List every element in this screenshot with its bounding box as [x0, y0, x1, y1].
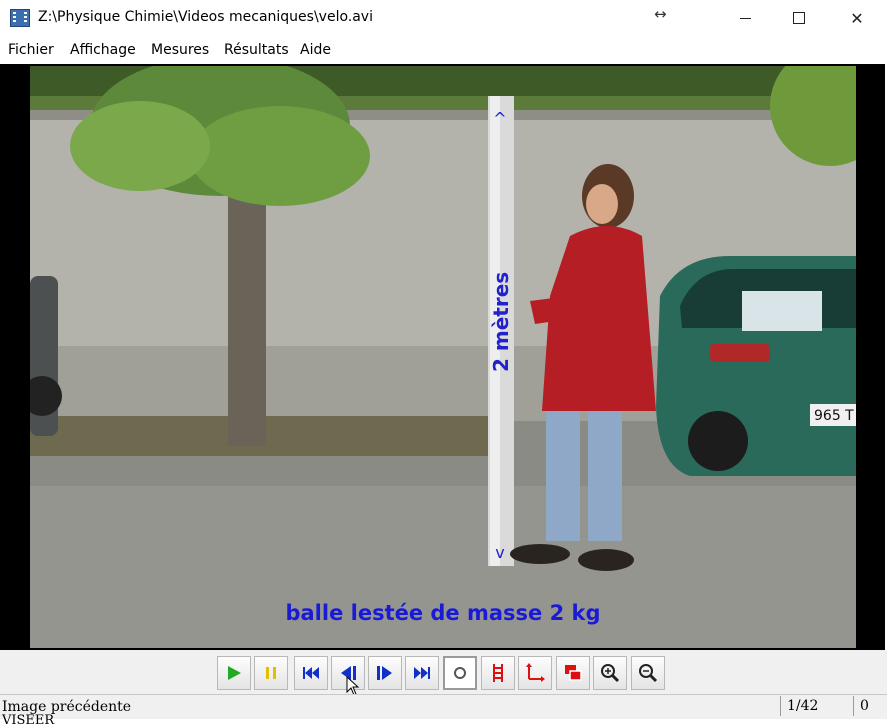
next-frame-button[interactable]: [368, 656, 402, 690]
pause-icon: [266, 667, 276, 679]
play-icon: [228, 666, 241, 680]
minimize-icon: [739, 17, 751, 19]
record-point-button[interactable]: [443, 656, 477, 690]
menu-fichier[interactable]: Fichier: [8, 42, 54, 58]
close-button[interactable]: ✕: [834, 0, 880, 36]
pole-label: 2 mètres: [489, 272, 513, 372]
svg-text:v: v: [495, 543, 504, 562]
zoom-out-button[interactable]: [631, 656, 665, 690]
maximize-icon: [793, 12, 805, 24]
first-frame-icon: [303, 667, 319, 679]
zoom-in-icon: [601, 664, 620, 683]
menu-mesures[interactable]: Mesures: [151, 42, 209, 58]
menu-affichage[interactable]: Affichage: [70, 42, 136, 58]
video-caption: balle lestée de masse 2 kg: [285, 601, 600, 625]
zoom-in-button[interactable]: [593, 656, 627, 690]
point-count: 0: [853, 696, 887, 716]
last-frame-icon: [414, 667, 430, 679]
pause-button[interactable]: [254, 656, 288, 690]
status-extra-text: VISEER: [2, 713, 55, 728]
zoom-out-icon: [639, 664, 658, 683]
mouse-cursor-icon: [346, 676, 360, 696]
video-frame: 965 T ^ v 2 mètres balle lestée de masse…: [0, 64, 885, 650]
status-bar: Image précédente 1/42 0 VISEER: [0, 694, 887, 728]
video-view[interactable]: 965 T ^ v 2 mètres balle lestée de masse…: [30, 66, 856, 648]
maximize-button[interactable]: [776, 0, 822, 36]
record-point-icon: [454, 667, 466, 679]
video-scene: 965 T ^ v 2 mètres balle lestée de masse…: [30, 66, 856, 648]
menu-bar: Fichier Affichage Mesures Résultats Aide: [0, 38, 887, 62]
axes-button[interactable]: [518, 656, 552, 690]
axes-icon: [526, 663, 545, 682]
resize-arrow-icon: ↔: [654, 5, 667, 23]
title-bar[interactable]: Z:\Physique Chimie\Videos mecaniques\vel…: [0, 0, 887, 36]
frame-button[interactable]: [556, 656, 590, 690]
minimize-button[interactable]: [722, 0, 768, 36]
frame-counter: 1/42: [780, 696, 831, 716]
close-icon: ✕: [850, 8, 864, 28]
playback-toolbar: [0, 650, 887, 694]
scale-icon: [493, 664, 503, 682]
play-button[interactable]: [217, 656, 251, 690]
frame-icon: [565, 665, 582, 681]
first-frame-button[interactable]: [294, 656, 328, 690]
last-frame-button[interactable]: [405, 656, 439, 690]
menu-aide[interactable]: Aide: [300, 42, 331, 58]
window-title: Z:\Physique Chimie\Videos mecaniques\vel…: [38, 9, 373, 25]
next-frame-icon: [377, 666, 392, 680]
license-plate-text: 965 T: [814, 408, 854, 424]
menu-resultats[interactable]: Résultats: [224, 42, 289, 58]
film-icon: [10, 9, 30, 27]
scale-button[interactable]: [481, 656, 515, 690]
svg-text:^: ^: [493, 109, 506, 128]
